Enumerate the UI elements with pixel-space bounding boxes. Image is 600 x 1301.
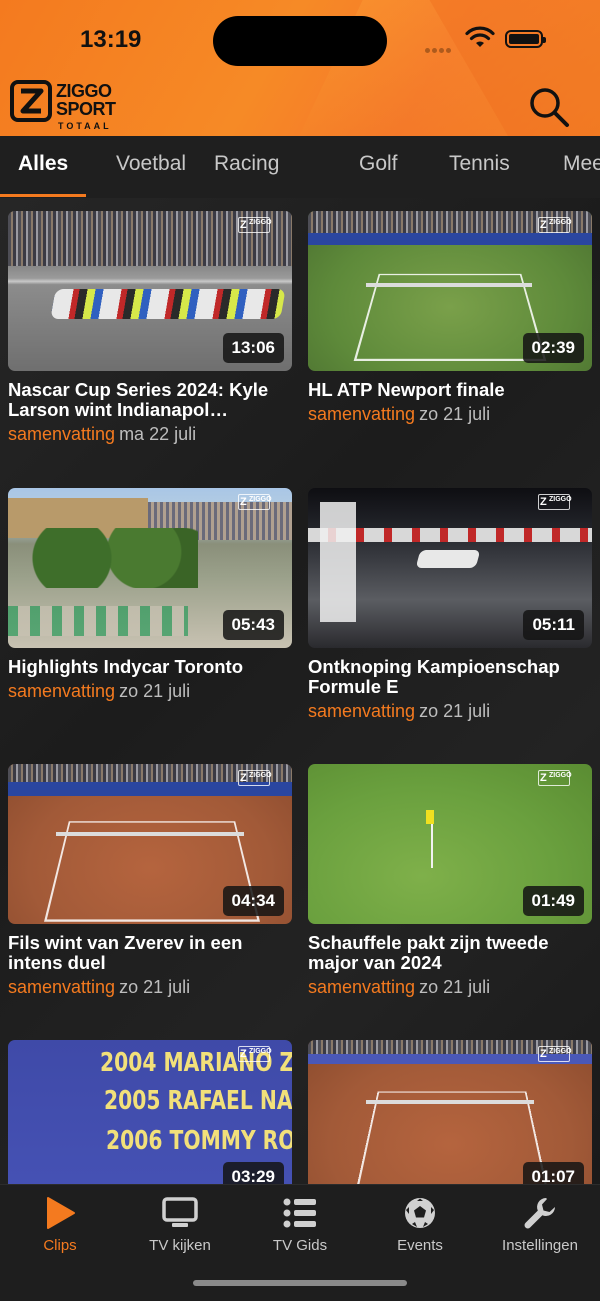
thumbnail-text: 2006 TOMMY ROBREDO: [106, 1126, 292, 1156]
clip-date: zo 21 juli: [419, 404, 491, 424]
nav-label: Events: [397, 1237, 443, 1254]
nav-tv-gids[interactable]: TV Gids: [240, 1195, 360, 1254]
clip-thumbnail[interactable]: ZIGGO 05:11: [308, 488, 592, 648]
wifi-icon: [465, 26, 495, 47]
clip-date: zo 21 juli: [419, 977, 491, 997]
status-time: 13:19: [80, 26, 142, 53]
clip-category: samenvatting: [308, 404, 416, 424]
nav-events[interactable]: Events: [360, 1195, 480, 1254]
clip-card[interactable]: ZIGGO 01:07: [308, 1040, 592, 1184]
clip-category: samenvatting: [308, 977, 416, 997]
ziggo-watermark-icon: ZIGGO: [538, 1046, 572, 1062]
clip-thumbnail[interactable]: ZIGGO 13:06: [8, 211, 292, 371]
clip-duration: 01:07: [522, 1162, 584, 1184]
ziggo-logo-icon: [10, 80, 52, 122]
nav-clips[interactable]: Clips: [0, 1195, 120, 1254]
clip-card[interactable]: ZIGGO 13:06 Nascar Cup Series 2024: Kyle…: [8, 211, 292, 445]
play-icon: [47, 1197, 75, 1229]
signal-icon: [425, 40, 453, 58]
ziggo-watermark-icon: ZIGGO: [238, 1046, 272, 1062]
clip-date: zo 21 juli: [119, 681, 191, 701]
app-header: 13:19 ZIGGO SPORT TOTAAL: [0, 0, 600, 136]
clips-grid: ZIGGO 13:06 Nascar Cup Series 2024: Kyle…: [0, 198, 600, 1184]
clip-thumbnail[interactable]: ZIGGO 05:43: [8, 488, 292, 648]
nav-label: Instellingen: [502, 1237, 578, 1254]
nav-instellingen[interactable]: Instellingen: [480, 1195, 600, 1254]
clip-category: samenvatting: [8, 424, 116, 444]
home-indicator: [193, 1280, 407, 1286]
dynamic-island: [213, 16, 387, 66]
ziggo-watermark-icon: ZIGGO: [238, 494, 272, 510]
clip-card[interactable]: ZIGGO 04:34 Fils wint van Zverev in een …: [8, 764, 292, 998]
clip-thumbnail[interactable]: ZIGGO 01:07: [308, 1040, 592, 1184]
list-icon: [283, 1198, 316, 1228]
clip-duration: 05:11: [523, 610, 584, 640]
clip-thumbnail[interactable]: ZIGGO 02:39: [308, 211, 592, 371]
clip-date: zo 21 juli: [419, 701, 491, 721]
logo-text-totaal: TOTAAL: [58, 121, 112, 131]
clip-title: Nascar Cup Series 2024: Kyle Larson wint…: [8, 380, 269, 420]
clip-title: Highlights Indycar Toronto: [8, 657, 244, 677]
ziggo-watermark-icon: ZIGGO: [538, 770, 572, 786]
clip-duration: 05:43: [222, 610, 284, 640]
clip-duration: 04:34: [222, 886, 284, 916]
clip-title: Schauffele pakt zijn tweede major van 20…: [308, 933, 549, 973]
nav-tv-kijken[interactable]: TV kijken: [120, 1195, 240, 1254]
ziggo-watermark-icon: ZIGGO: [238, 770, 272, 786]
tab-voetbal[interactable]: Voetbal: [116, 152, 186, 176]
clip-category: samenvatting: [8, 977, 116, 997]
clip-thumbnail[interactable]: ZIGGO 04:34: [8, 764, 292, 924]
clip-date: ma 22 juli: [119, 424, 197, 444]
tv-icon: [162, 1197, 198, 1227]
golf-flag-icon: [426, 810, 434, 824]
ziggo-watermark-icon: ZIGGO: [538, 217, 572, 233]
tab-golf[interactable]: Golf: [359, 152, 398, 176]
active-tab-indicator: [0, 194, 86, 197]
search-icon[interactable]: [528, 86, 570, 128]
clip-date: zo 21 juli: [119, 977, 191, 997]
clip-thumbnail[interactable]: ZIGGO 01:49: [308, 764, 592, 924]
tab-meer[interactable]: Meer: [563, 152, 600, 176]
clip-category: samenvatting: [308, 701, 416, 721]
clip-duration: 03:29: [222, 1162, 284, 1184]
logo-text-sport: SPORT: [56, 99, 116, 119]
clip-duration: 13:06: [222, 333, 284, 363]
ziggo-watermark-icon: ZIGGO: [238, 217, 272, 233]
ziggo-watermark-icon: ZIGGO: [538, 494, 572, 510]
clip-title: Fils wint van Zverev in een intens duel: [8, 933, 243, 973]
clip-title: HL ATP Newport finale: [308, 380, 505, 400]
clip-card[interactable]: ZIGGO 05:11 Ontknoping Kampioenschap For…: [308, 488, 592, 722]
tab-tennis[interactable]: Tennis: [449, 152, 510, 176]
nav-label: Clips: [43, 1237, 77, 1254]
nav-label: TV Gids: [272, 1237, 328, 1254]
category-tabs: Alles Voetbal Racing Golf Tennis Meer: [0, 136, 600, 198]
tab-alles[interactable]: Alles: [18, 152, 68, 176]
clip-card[interactable]: ZIGGO 01:49 Schauffele pakt zijn tweede …: [308, 764, 592, 998]
clip-thumbnail[interactable]: 2004 MARIANO ZABALETA 2005 RAFAEL NADAL …: [8, 1040, 292, 1184]
nav-label: TV kijken: [149, 1237, 211, 1254]
thumbnail-text: 2005 RAFAEL NADAL: [104, 1086, 292, 1116]
clip-card[interactable]: ZIGGO 05:43 Highlights Indycar Toronto s…: [8, 488, 292, 702]
wrench-icon: [524, 1198, 555, 1229]
clip-category: samenvatting: [8, 681, 116, 701]
race-cars: [50, 289, 286, 319]
clip-card[interactable]: ZIGGO 02:39 HL ATP Newport finale samenv…: [308, 211, 592, 425]
battery-icon: [505, 30, 546, 48]
race-car: [415, 550, 481, 568]
football-icon: [405, 1198, 435, 1228]
tab-racing[interactable]: Racing: [214, 152, 279, 176]
clip-card[interactable]: 2004 MARIANO ZABALETA 2005 RAFAEL NADAL …: [8, 1040, 292, 1184]
clip-duration: 02:39: [522, 333, 584, 363]
logo-text-ziggo: ZIGGO: [56, 81, 112, 101]
leaderboard-overlay: [320, 502, 356, 622]
clip-duration: 01:49: [522, 886, 584, 916]
clip-title: Ontknoping Kampioenschap Formule E: [308, 657, 560, 697]
